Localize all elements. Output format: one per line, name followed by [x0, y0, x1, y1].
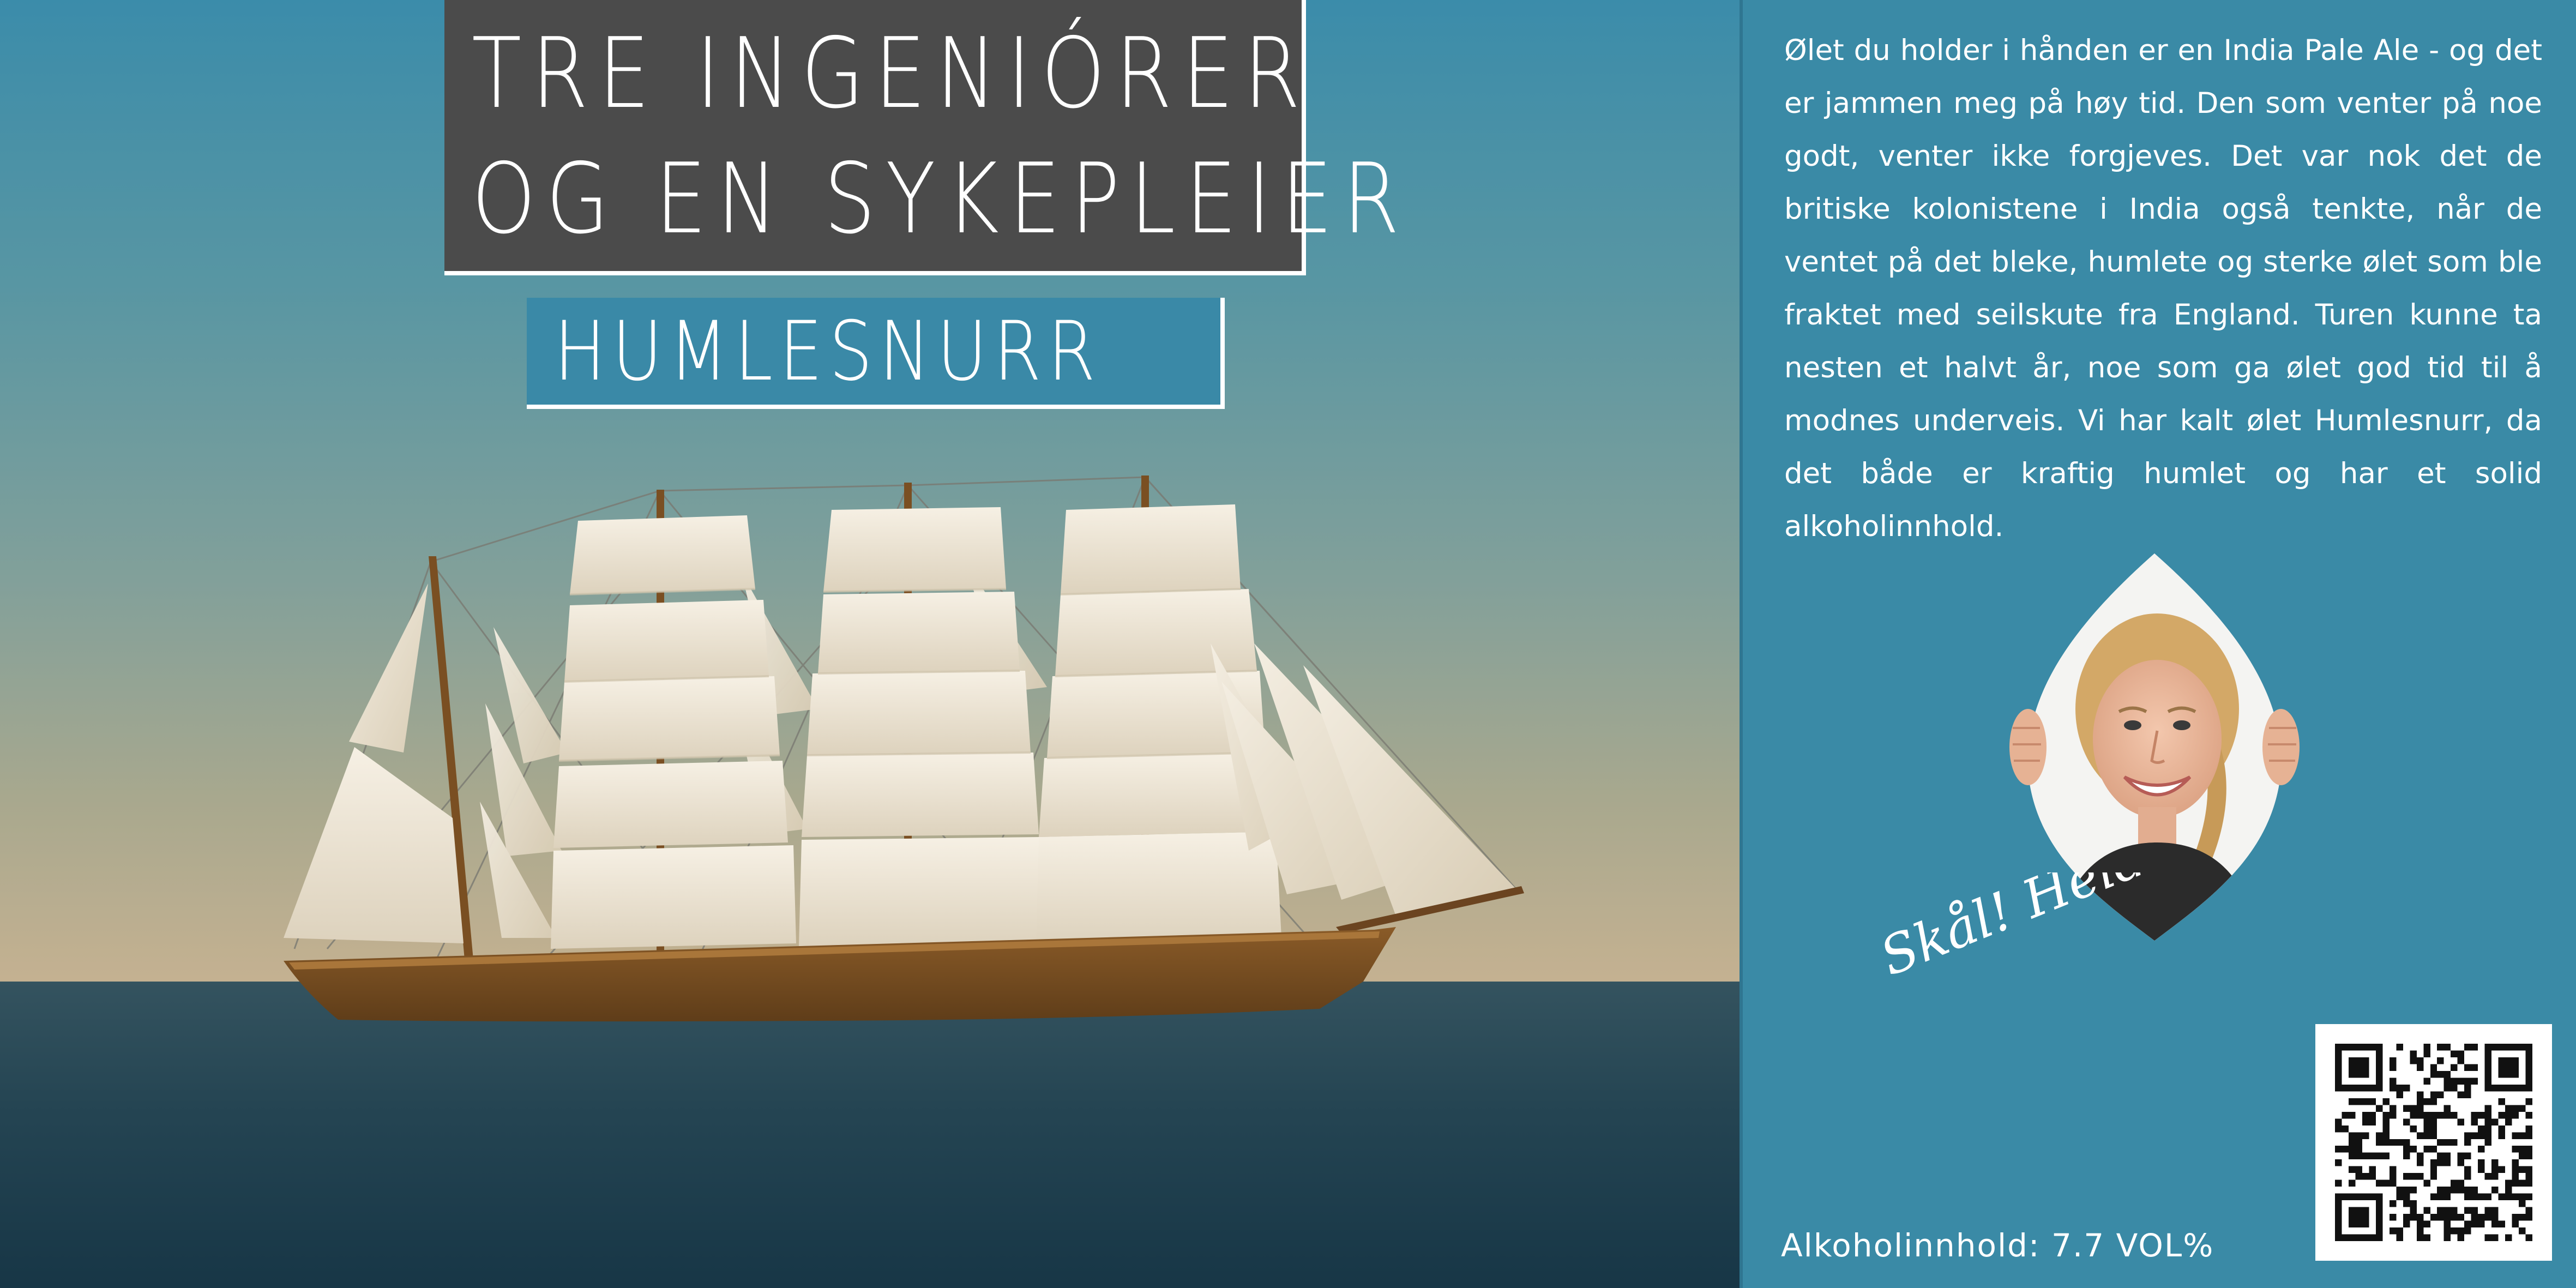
alcohol-content: Alkoholinnhold: 7.7 VOL% — [1781, 1227, 2214, 1264]
info-panel: Ølet du holder i hånden er en India Pale… — [1740, 0, 2576, 1288]
beer-name: HUMLESNURR — [554, 304, 1102, 399]
brewery-title-line-2: OG EN SYKEPLEIER — [472, 142, 1410, 255]
signature-text: Skål! Heidi — [1879, 872, 2170, 988]
qr-pattern — [2335, 1044, 2532, 1241]
beer-description: Ølet du holder i hånden er en India Pale… — [1784, 34, 2542, 543]
signature: Skål! Heidi — [1879, 872, 2170, 988]
illustration-panel: TRE INGENIÓRER OG EN SYKEPLEIER HUMLESNU… — [0, 0, 1740, 1288]
brewery-title-line-1: TRE INGENIÓRER — [472, 17, 1311, 130]
qr-code-icon[interactable] — [2315, 1024, 2552, 1261]
beer-name-box: HUMLESNURR — [527, 298, 1225, 409]
brewery-title-box: TRE INGENIÓRER OG EN SYKEPLEIER — [444, 0, 1399, 275]
